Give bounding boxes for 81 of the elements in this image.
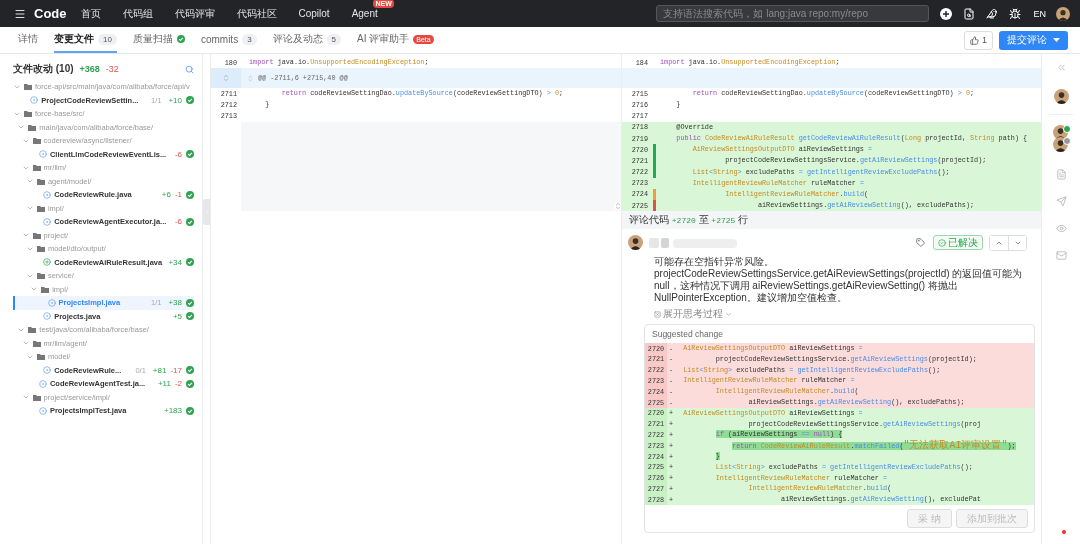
notification-dot <box>1062 530 1066 534</box>
removed-count: -17 <box>170 365 182 375</box>
tag-icon[interactable] <box>916 238 925 248</box>
check-icon <box>186 312 194 321</box>
added-count: +183 <box>163 406 182 416</box>
added-count: +6 <box>161 190 171 200</box>
removed-count: -6 <box>174 149 182 159</box>
tab[interactable]: 评论及动态 5 <box>272 27 342 53</box>
check-icon <box>186 258 194 267</box>
language-label[interactable]: EN <box>1033 8 1046 19</box>
comment-range: 评论代码 +2720 至 +2725 行 <box>629 213 749 228</box>
eye-icon[interactable] <box>1055 223 1067 234</box>
suggestion-title: Suggested change <box>652 329 723 340</box>
caret-icon <box>1053 38 1060 42</box>
like-button[interactable]: 1 <box>964 30 993 50</box>
added-count: +34 <box>168 257 182 267</box>
check-icon <box>186 217 194 226</box>
files-title: 文件改动 (10) <box>13 62 74 76</box>
added-total: +368 <box>79 64 100 74</box>
collapse-icon[interactable] <box>1055 62 1067 73</box>
bug-icon[interactable] <box>1009 7 1022 20</box>
removed-total: -32 <box>105 64 119 74</box>
removed-count: -6 <box>174 217 182 227</box>
check-icon <box>186 150 194 159</box>
added-count: +5 <box>172 311 182 321</box>
square-x-icon <box>654 310 661 318</box>
author-avatar <box>1053 89 1069 104</box>
folder-icon <box>32 393 41 401</box>
folder-icon <box>36 204 45 212</box>
nav-link[interactable]: 首页 <box>80 6 101 21</box>
brand-logo[interactable]: Code <box>34 6 67 21</box>
added-count: +11 <box>157 379 171 389</box>
file-search-icon[interactable] <box>963 7 976 20</box>
check-icon <box>186 379 194 388</box>
search-field[interactable]: 支持语法搜索代码，如 lang:java repo:my/repo <box>656 5 930 22</box>
expand-icon[interactable] <box>247 74 254 82</box>
count-badge: 5 <box>326 33 342 45</box>
bird-icon[interactable] <box>986 7 999 20</box>
check-icon <box>186 406 194 415</box>
check-icon <box>186 96 194 105</box>
check-icon <box>186 298 194 307</box>
search-icon[interactable] <box>185 64 194 74</box>
collapse-handle[interactable] <box>203 199 210 225</box>
resize-icon[interactable] <box>614 202 621 210</box>
check-icon <box>186 366 194 375</box>
nav-link[interactable]: Copilot <box>298 8 330 19</box>
check-circle-icon <box>938 238 946 247</box>
added-count: +81 <box>152 365 167 375</box>
next-button[interactable] <box>1008 235 1026 250</box>
nav-link[interactable]: Agent <box>351 8 378 19</box>
chevron-down-icon <box>725 310 732 318</box>
nav-link[interactable]: 代码社区 <box>236 6 277 21</box>
nav-link[interactable]: 代码评审 <box>174 6 215 21</box>
count-badge: 10 <box>98 33 117 45</box>
removed-count: -1 <box>174 190 182 200</box>
tab[interactable]: 质量扫描 <box>132 27 185 53</box>
folder-icon <box>24 83 32 91</box>
added-count: +38 <box>168 298 182 308</box>
tab[interactable]: 变更文件 10 <box>54 27 117 53</box>
check-icon <box>176 35 185 43</box>
chevron-left-icon <box>203 209 210 215</box>
comment-text: 可能存在空指针异常风险。projectCodeReviewSettingsService.getAiReviewSettings(projectId) 的返回值可能为 null，这种情况下调用 aiReviewSettings.getAiReviewSetting() 将抛出 NullPointerException。建议增加空值检查。 <box>654 256 1024 305</box>
commenter-avatar <box>628 235 643 251</box>
submit-comment-button[interactable]: 提交评论 <box>999 30 1068 50</box>
count-badge: 3 <box>242 33 257 45</box>
thumbs-up-icon <box>970 35 979 45</box>
menu-icon[interactable] <box>14 7 26 20</box>
resolved-button[interactable]: 已解决 <box>933 235 983 251</box>
nav-link[interactable]: 代码组 <box>122 6 153 21</box>
added-count: +10 <box>168 95 182 105</box>
user-avatar <box>1056 6 1070 21</box>
check-icon <box>186 190 194 199</box>
tab[interactable]: commits 3 <box>200 27 257 53</box>
mail-icon[interactable] <box>1055 250 1067 261</box>
expand-reasoning-link[interactable]: 展开思考过程 <box>654 307 1027 322</box>
expand-icon[interactable] <box>222 74 230 83</box>
removed-count: -2 <box>174 379 182 389</box>
file-icon[interactable] <box>1055 169 1067 180</box>
tab[interactable]: 详情 <box>18 27 38 53</box>
send-icon[interactable] <box>1055 196 1067 207</box>
plus-icon[interactable] <box>940 7 953 20</box>
